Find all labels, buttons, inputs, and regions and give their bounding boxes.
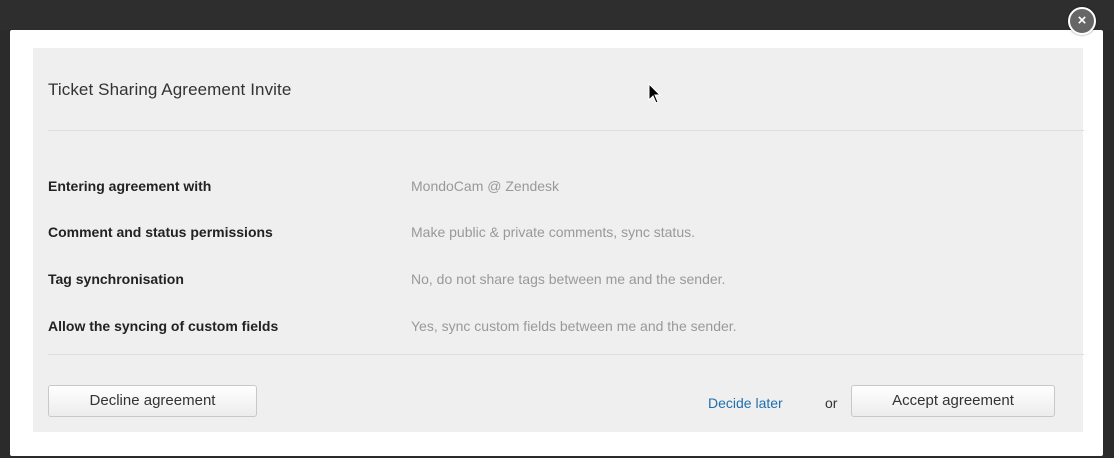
mouse-cursor-icon: [648, 83, 662, 104]
row-value-tag-sync: No, do not share tags between me and the…: [411, 271, 726, 287]
page-backdrop: [0, 0, 1114, 30]
row-value-comment-permissions: Make public & private comments, sync sta…: [411, 224, 695, 240]
accept-agreement-button[interactable]: Accept agreement: [851, 385, 1055, 417]
modal-title: Ticket Sharing Agreement Invite: [48, 80, 292, 99]
agreement-panel: Ticket Sharing Agreement Invite Entering…: [33, 48, 1084, 432]
row-label-entering-agreement: Entering agreement with: [48, 178, 212, 194]
decline-agreement-button[interactable]: Decline agreement: [48, 385, 257, 417]
decide-later-link[interactable]: Decide later: [708, 395, 783, 411]
agreement-modal: Ticket Sharing Agreement Invite Entering…: [10, 30, 1103, 456]
row-label-tag-sync: Tag synchronisation: [48, 271, 184, 287]
footer-divider: [48, 354, 1084, 355]
row-value-entering-agreement: MondoCam @ Zendesk: [411, 178, 560, 194]
close-icon[interactable]: ×: [1068, 7, 1096, 35]
row-label-custom-fields: Allow the syncing of custom fields: [48, 318, 279, 334]
row-label-comment-permissions: Comment and status permissions: [48, 224, 273, 240]
title-divider: [48, 130, 1084, 131]
or-text: or: [825, 395, 838, 411]
row-value-custom-fields: Yes, sync custom fields between me and t…: [411, 318, 737, 334]
